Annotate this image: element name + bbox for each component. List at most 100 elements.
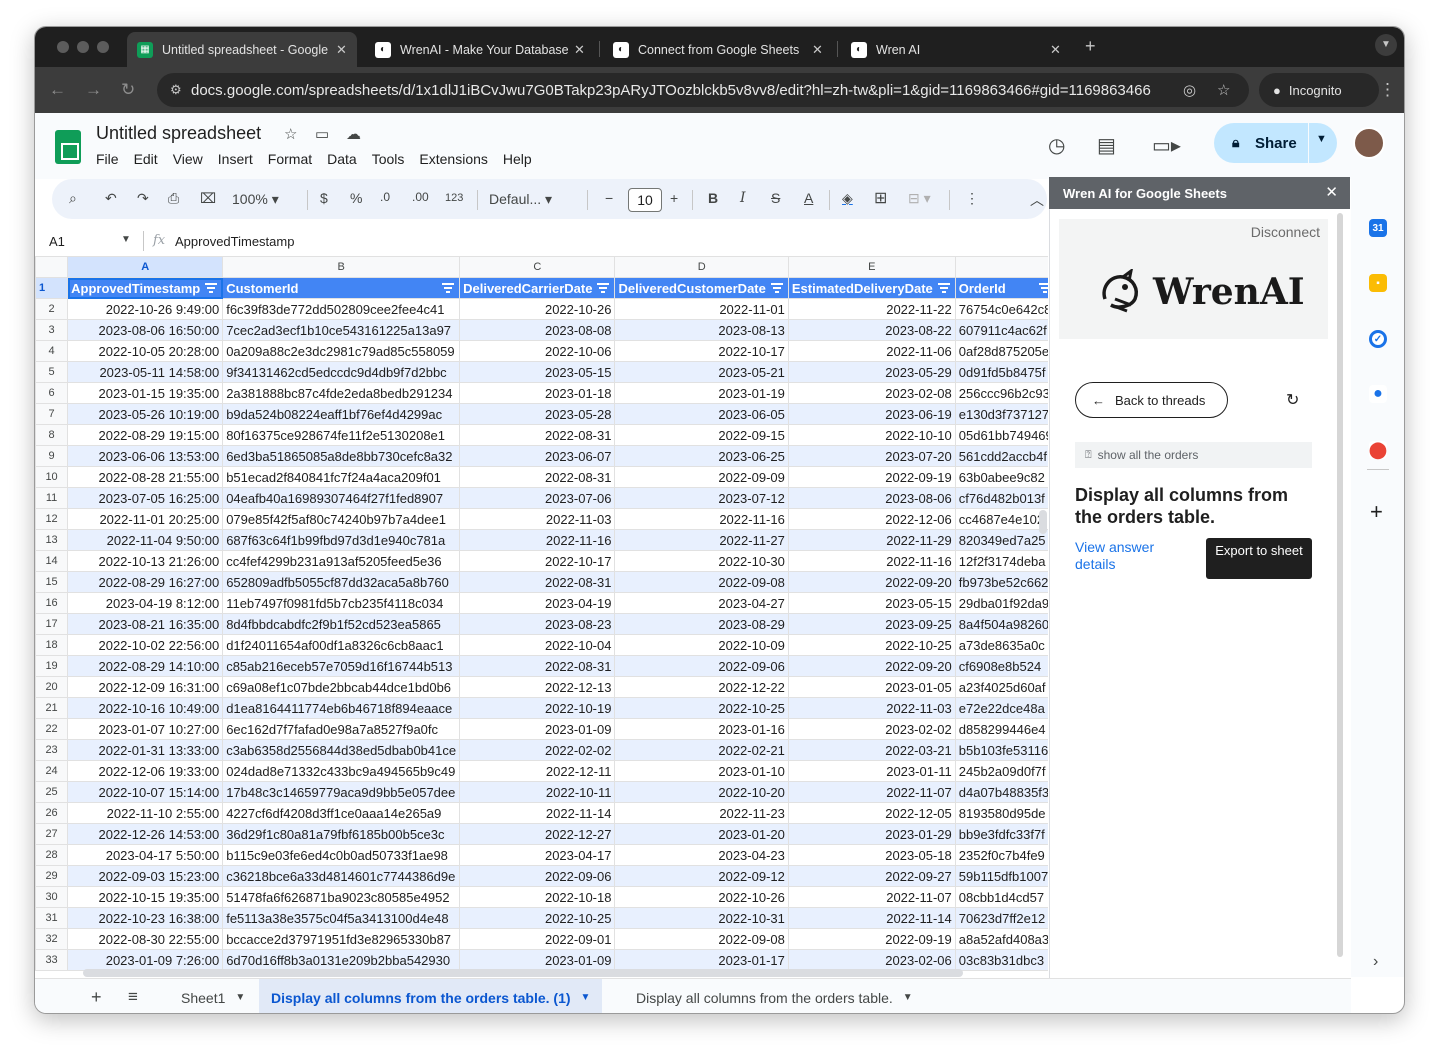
table-cell[interactable]: cf6908e8b524 [954, 655, 1048, 677]
table-cell[interactable]: e130d3f737127 [954, 403, 1048, 425]
table-cell[interactable]: 59b115dfb1007 [954, 865, 1048, 887]
browser-tab-sheets[interactable]: ▦ Untitled spreadsheet - Google Sheets ✕ [127, 32, 357, 67]
table-cell[interactable]: 024dad8e71332c433bc9a494565b9c49 [222, 760, 461, 782]
table-cell[interactable]: 08cbb1d4cd57 [954, 886, 1048, 908]
select-all-corner[interactable] [35, 256, 69, 278]
table-cell[interactable]: 2022-12-09 16:31:00 [67, 676, 224, 698]
tab-search-icon[interactable]: ▼ [1375, 34, 1397, 56]
chevron-down-icon[interactable]: ▼ [903, 992, 913, 1003]
row-number[interactable]: 22 [35, 718, 69, 740]
table-cell[interactable]: 079e85f42f5af80c74240b97b7a4dee1 [222, 508, 461, 530]
table-cell[interactable]: 2a381888bc87c4fde2eda8bedb291234 [222, 382, 461, 404]
table-cell[interactable]: 2022-09-20 [787, 571, 956, 593]
decrease-font-size-icon[interactable]: − [605, 190, 613, 206]
table-cell[interactable]: 2022-10-13 21:26:00 [67, 550, 224, 572]
table-cell[interactable]: 2023-01-18 [459, 382, 616, 404]
disconnect-link[interactable]: Disconnect [1251, 224, 1320, 240]
table-cell[interactable]: 2022-08-31 [459, 424, 616, 446]
column-header[interactable] [954, 256, 1048, 278]
table-cell[interactable]: 2022-10-31 [614, 907, 789, 929]
table-cell[interactable]: 2022-11-07 [787, 781, 956, 803]
window-minimize-dot[interactable] [77, 41, 89, 53]
close-icon[interactable]: ✕ [1325, 183, 1338, 201]
table-cell[interactable]: 2352f0c7b4fe9 [954, 844, 1048, 866]
format-percent-button[interactable]: % [350, 190, 362, 206]
table-cell[interactable]: 03c83b31dbc3 [954, 949, 1048, 971]
tasks-icon[interactable]: ✓ [1369, 330, 1387, 348]
table-cell[interactable]: 2022-09-08 [614, 928, 789, 950]
table-cell[interactable]: 4227cf6df4208d3ff1ce0aaa14e265a9 [222, 802, 461, 824]
back-to-threads-button[interactable]: ← Back to threads [1075, 382, 1228, 418]
redo-icon[interactable]: ↷ [137, 190, 149, 207]
table-cell[interactable]: fb973be52c662 [954, 571, 1048, 593]
more-formats-button[interactable]: 123 [445, 192, 463, 204]
table-cell[interactable]: 2022-09-06 [614, 655, 789, 677]
column-header[interactable]: A [67, 256, 224, 278]
table-cell[interactable]: 2022-11-16 [614, 508, 789, 530]
row-number[interactable]: 18 [35, 634, 69, 656]
table-cell[interactable]: 2022-12-05 [787, 802, 956, 824]
table-cell[interactable]: 2022-12-06 [787, 508, 956, 530]
collapse-toolbar-icon[interactable]: ︿ [1030, 190, 1044, 210]
table-cell[interactable]: 687f63c64f1b99fbd97d3d1e940c781a [222, 529, 461, 551]
row-number[interactable]: 16 [35, 592, 69, 614]
table-cell[interactable]: 2023-05-11 14:58:00 [67, 361, 224, 383]
chevron-down-icon[interactable]: ▼ [1316, 133, 1327, 145]
undo-icon[interactable]: ↶ [105, 190, 117, 207]
header-cell[interactable]: DeliveredCarrierDate [459, 277, 616, 299]
row-number[interactable]: 10 [35, 466, 69, 488]
row-number[interactable]: 19 [35, 655, 69, 677]
table-cell[interactable]: 2023-06-07 [459, 445, 616, 467]
row-number[interactable]: 29 [35, 865, 69, 887]
table-cell[interactable]: bb9e3fdfc33f7f [954, 823, 1048, 845]
table-cell[interactable]: 2023-01-09 [459, 949, 616, 971]
window-close-dot[interactable] [57, 41, 69, 53]
menu-file[interactable]: File [96, 151, 119, 167]
sheet-tab-sheet1[interactable]: Sheet1 ▼ [169, 979, 257, 1013]
table-cell[interactable]: 2022-11-04 9:50:00 [67, 529, 224, 551]
table-cell[interactable]: 2022-10-07 15:14:00 [67, 781, 224, 803]
table-cell[interactable]: 2023-01-05 [787, 676, 956, 698]
row-number[interactable]: 27 [35, 823, 69, 845]
table-cell[interactable]: 2022-02-21 [614, 739, 789, 761]
kebab-menu-icon[interactable]: ⋮ [1379, 80, 1396, 100]
view-answer-details-link[interactable]: View answer details [1075, 539, 1175, 573]
table-cell[interactable]: 2023-05-15 [787, 592, 956, 614]
table-cell[interactable]: 2023-08-06 [787, 487, 956, 509]
table-cell[interactable]: cc4fef4299b231a913af5205feed5e36 [222, 550, 461, 572]
table-cell[interactable]: 2022-11-22 [787, 298, 956, 320]
row-number[interactable]: 15 [35, 571, 69, 593]
table-cell[interactable]: 2023-06-05 [614, 403, 789, 425]
new-tab-icon[interactable]: + [1085, 36, 1096, 57]
all-sheets-icon[interactable]: ≡ [128, 987, 138, 1007]
table-cell[interactable]: 2022-09-06 [459, 865, 616, 887]
table-cell[interactable]: 2022-10-18 [459, 886, 616, 908]
table-cell[interactable]: 51478fa6f626871ba9023c80585e4952 [222, 886, 461, 908]
maps-icon[interactable]: ⬤ [1369, 441, 1387, 459]
table-cell[interactable]: 2023-01-11 [787, 760, 956, 782]
avatar[interactable] [1353, 127, 1385, 159]
table-cell[interactable]: 2022-08-31 [459, 571, 616, 593]
table-cell[interactable]: 2023-06-25 [614, 445, 789, 467]
table-cell[interactable]: 17b48c3c14659779aca9d9bb5e057dee [222, 781, 461, 803]
table-cell[interactable]: 2022-10-05 20:28:00 [67, 340, 224, 362]
table-cell[interactable]: 2022-11-01 [614, 298, 789, 320]
table-cell[interactable]: 12f2f3174deba [954, 550, 1048, 572]
table-cell[interactable]: 2022-11-29 [787, 529, 956, 551]
table-cell[interactable]: d1ea8164411774eb6b46718f894eaace [222, 697, 461, 719]
row-number[interactable]: 2 [35, 298, 69, 320]
table-cell[interactable]: 2023-04-19 8:12:00 [67, 592, 224, 614]
table-cell[interactable]: 2023-01-09 [459, 718, 616, 740]
table-cell[interactable]: 2022-03-21 [787, 739, 956, 761]
table-cell[interactable]: 2022-11-16 [459, 529, 616, 551]
table-cell[interactable]: 561cdd2accb4f [954, 445, 1048, 467]
chevron-down-icon[interactable]: ▼ [121, 234, 131, 245]
row-number[interactable]: 33 [35, 949, 69, 971]
fill-color-icon[interactable]: ◈ [842, 190, 853, 207]
table-cell[interactable]: 2022-10-17 [459, 550, 616, 572]
filter-icon[interactable] [597, 283, 610, 293]
table-cell[interactable]: 2022-09-12 [614, 865, 789, 887]
table-cell[interactable]: 80f16375ce928674fe11f2e5130208e1 [222, 424, 461, 446]
table-cell[interactable]: 2022-08-29 16:27:00 [67, 571, 224, 593]
row-number[interactable]: 6 [35, 382, 69, 404]
